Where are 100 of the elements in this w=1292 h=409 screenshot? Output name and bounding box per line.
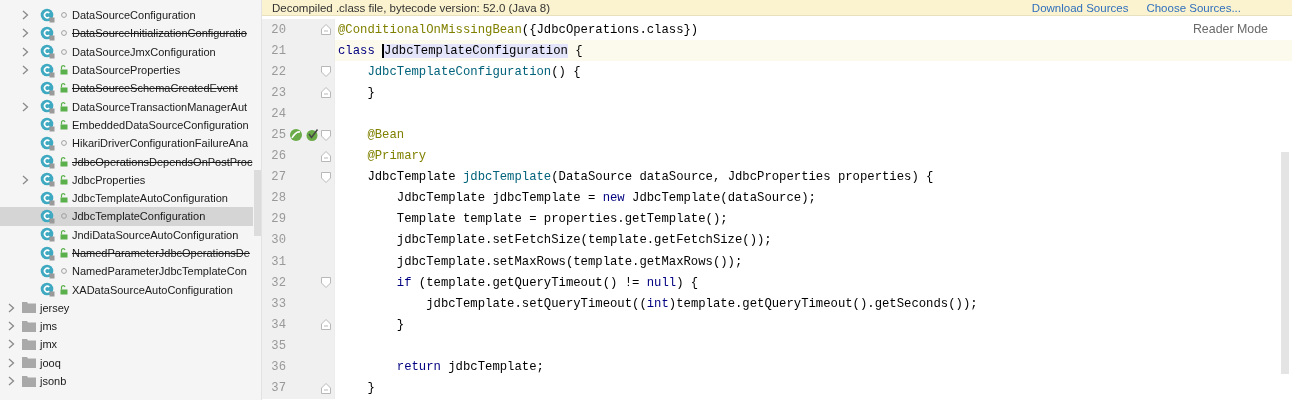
folder-icon	[22, 357, 36, 369]
line-number: 27	[270, 170, 286, 185]
tree-item[interactable]: DataSourceSchemaCreatedEvent	[0, 79, 253, 98]
folder-icon	[22, 375, 36, 387]
code-line: JdbcTemplate jdbcTemplate(DataSource dataSource, JdbcProperties properties) {	[366, 170, 934, 185]
tree-item[interactable]: jooq	[0, 353, 253, 372]
tree-item[interactable]: jsonb	[0, 371, 253, 391]
tree-item-label: NamedParameterJdbcOperationsDe	[72, 247, 250, 259]
class-icon	[40, 208, 55, 224]
code-line: class JdbcTemplateConfiguration {	[338, 43, 583, 58]
tree-item[interactable]: DataSourceProperties	[0, 60, 253, 80]
scrollbar-thumb[interactable]	[254, 170, 261, 236]
code-line: JdbcTemplate jdbcTemplate = new JdbcTemplate(dataSource);	[395, 191, 816, 206]
code-line: }	[366, 381, 375, 396]
code-line: }	[366, 85, 375, 100]
line-number: 33	[270, 296, 286, 311]
line-number: 35	[270, 338, 286, 353]
code-line: @ConditionalOnMissingBean({JdbcOperations.class})	[338, 22, 699, 37]
class-icon	[40, 25, 55, 41]
line-number: 24	[270, 106, 286, 121]
code-line: if (template.getQueryTimeout() != null) {	[395, 275, 699, 290]
class-icon	[40, 135, 55, 151]
bean-check-icon	[305, 128, 319, 142]
tree-item[interactable]: NamedParameterJdbcOperationsDe	[0, 243, 253, 263]
tree-item[interactable]: DataSourceInitializationConfiguratio	[0, 24, 253, 43]
class-icon	[40, 7, 55, 23]
class-icon	[40, 62, 55, 78]
tree-item-label: DataSourceJmxConfiguration	[72, 45, 216, 58]
folder-icon	[22, 320, 36, 332]
tree-item[interactable]: JdbcTemplateConfiguration	[0, 207, 253, 226]
folder-icon	[22, 339, 36, 350]
tree-item-label: jooq	[40, 356, 61, 369]
tree-item[interactable]: XADataSourceAutoConfiguration	[0, 280, 253, 299]
tree-item-label: DataSourceInitializationConfiguratio	[72, 27, 247, 40]
code-line: jdbcTemplate.setFetchSize(template.getFetchSize());	[395, 233, 772, 248]
code-line: return jdbcTemplate;	[395, 360, 544, 375]
tree-item-label: DataSourceSchemaCreatedEvent	[72, 82, 238, 95]
bean-icon	[289, 128, 303, 142]
tree-item[interactable]: JdbcProperties	[0, 170, 253, 189]
code-line: jdbcTemplate.setQueryTimeout((int)template.getQueryTimeout().getSeconds());	[425, 296, 978, 311]
class-icon	[40, 190, 55, 206]
code-line: Template template = properties.getTemplate();	[395, 212, 728, 227]
class-icon	[40, 245, 55, 261]
tree-item-label: jsonb	[40, 375, 67, 388]
line-number: 26	[270, 149, 286, 164]
tree-item[interactable]: JndiDataSourceAutoConfiguration	[0, 225, 253, 244]
code-line: @Bean	[366, 128, 405, 142]
class-icon	[40, 44, 55, 60]
tree-item-label: JdbcProperties	[72, 173, 146, 186]
class-icon	[40, 154, 55, 169]
class-icon	[40, 80, 55, 96]
tree-item-label: HikariDriverConfigurationFailureAna	[72, 137, 249, 150]
tree-item-label: DataSourceProperties	[72, 64, 181, 77]
code-line: JdbcTemplateConfiguration() {	[366, 64, 581, 79]
line-number: 30	[270, 233, 286, 248]
line-number: 37	[270, 381, 286, 396]
tree-item[interactable]: JdbcTemplateAutoConfiguration	[0, 188, 253, 208]
tree-item-label: DataSourceTransactionManagerAut	[72, 100, 248, 113]
line-number: 34	[270, 317, 286, 332]
class-icon	[40, 172, 55, 188]
code-line: }	[395, 317, 405, 332]
tree-item-label: JdbcOperationsDependsOnPostProc	[72, 155, 253, 168]
tree-item-label: NamedParameterJdbcTemplateCon	[72, 265, 247, 278]
tree-item-label: DataSourceConfiguration	[72, 9, 196, 22]
class-icon	[40, 263, 55, 279]
banner-link[interactable]: Download Sources	[1031, 2, 1129, 14]
class-icon	[40, 282, 55, 298]
tree-item[interactable]: DataSourceConfiguration	[0, 6, 253, 25]
line-number: 21	[270, 43, 286, 58]
tree-item[interactable]: NamedParameterJdbcTemplateCon	[0, 262, 253, 281]
class-icon	[40, 227, 55, 243]
tree-item-label: XADataSourceAutoConfiguration	[72, 283, 233, 296]
class-icon	[40, 99, 55, 115]
line-number: 25	[270, 128, 286, 142]
code-line: @Primary	[366, 149, 427, 164]
tree-item-label: jms	[40, 320, 58, 333]
banner-message: Decompiled .class file, bytecode version: 52.0 (Java 8)	[272, 2, 551, 14]
tree-item[interactable]: JdbcOperationsDependsOnPostProc	[0, 152, 253, 171]
line-number: 23	[270, 85, 286, 100]
tree-item-label: EmbeddedDataSourceConfiguration	[72, 118, 249, 131]
tree-item-label: JndiDataSourceAutoConfiguration	[72, 228, 239, 241]
folder-icon	[22, 302, 36, 314]
class-icon	[40, 117, 55, 133]
line-number: 36	[270, 360, 286, 375]
line-number: 31	[270, 254, 286, 269]
line-number: 29	[270, 212, 286, 227]
scrollbar-thumb[interactable]	[1281, 152, 1289, 374]
tree-item[interactable]: HikariDriverConfigurationFailureAna	[0, 134, 253, 153]
tree-item[interactable]: jersey	[0, 298, 253, 318]
tree-item-label: jmx	[40, 338, 58, 351]
tree-item[interactable]: DataSourceTransactionManagerAut	[0, 97, 253, 116]
banner-link[interactable]: Choose Sources...	[1146, 2, 1241, 14]
tree-item-label: jersey	[40, 301, 70, 314]
tree-item-label: JdbcTemplateAutoConfiguration	[72, 192, 228, 205]
tree-item[interactable]: EmbeddedDataSourceConfiguration	[0, 115, 253, 135]
line-number: 22	[270, 64, 286, 79]
tree-item[interactable]: jmx	[0, 335, 253, 354]
tree-item[interactable]: DataSourceJmxConfiguration	[0, 42, 253, 61]
tree-item[interactable]: jms	[0, 317, 253, 336]
code-line: jdbcTemplate.setMaxRows(template.getMaxRows());	[395, 254, 743, 269]
